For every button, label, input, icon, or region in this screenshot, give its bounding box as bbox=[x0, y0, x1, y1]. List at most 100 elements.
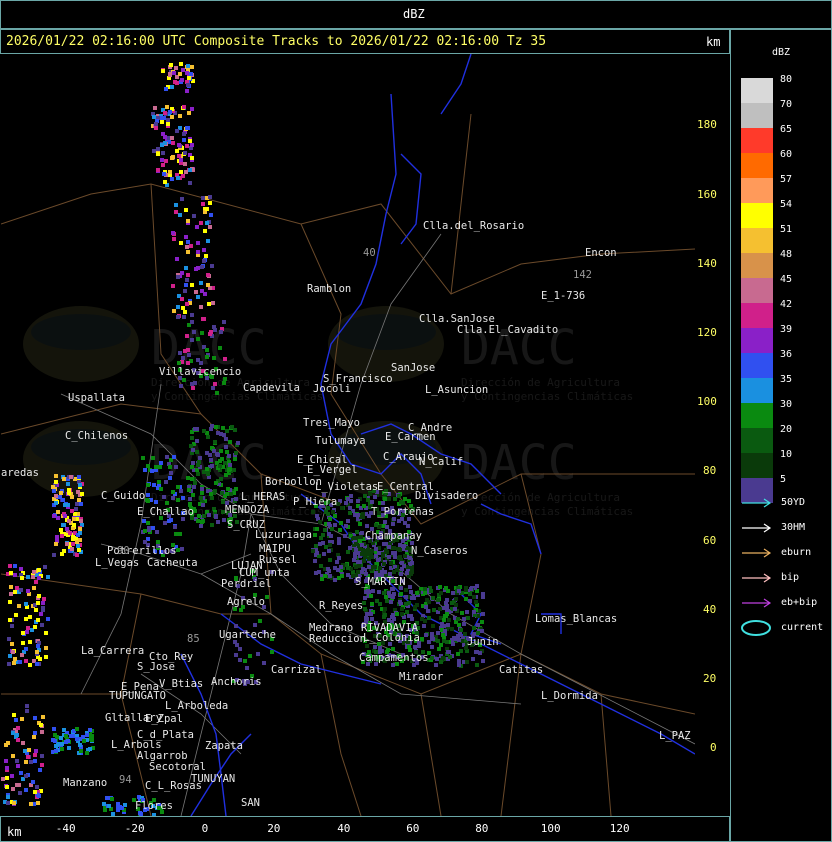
radar-cell bbox=[63, 514, 67, 518]
radar-cell bbox=[172, 309, 176, 313]
radar-cell bbox=[52, 489, 56, 493]
radar-cell bbox=[265, 595, 269, 599]
radar-map[interactable]: DACC Dirección de Agricultura y Continge… bbox=[0, 53, 696, 817]
radar-cell bbox=[435, 657, 439, 661]
radar-cell bbox=[11, 731, 15, 735]
radar-cell bbox=[54, 749, 58, 753]
radar-cell bbox=[77, 498, 81, 502]
radar-cell bbox=[34, 608, 38, 612]
radar-cell bbox=[373, 495, 377, 499]
radar-cell bbox=[146, 493, 150, 497]
radar-cell bbox=[434, 663, 438, 667]
radar-cell bbox=[181, 306, 185, 310]
scale-label: 5 bbox=[780, 474, 787, 485]
radar-cell bbox=[192, 330, 196, 334]
radar-cell bbox=[215, 391, 219, 395]
radar-cell bbox=[363, 607, 367, 611]
scale-label: 10 bbox=[780, 449, 793, 460]
radar-cell bbox=[405, 571, 409, 575]
radar-cell bbox=[35, 662, 39, 666]
radar-cell bbox=[163, 180, 167, 184]
radar-cell bbox=[447, 618, 451, 622]
radar-cell bbox=[193, 427, 197, 431]
radar-cell bbox=[219, 449, 223, 453]
scale-swatch bbox=[741, 353, 773, 378]
scale-label: 35 bbox=[780, 374, 793, 385]
radar-cell bbox=[5, 776, 9, 780]
radar-cell bbox=[339, 565, 343, 569]
radar-cell bbox=[391, 551, 395, 555]
place-label: E_Zpal bbox=[145, 713, 183, 725]
radar-cell bbox=[185, 89, 189, 93]
radar-cell bbox=[25, 704, 29, 708]
radar-cell bbox=[152, 483, 156, 487]
radar-cell bbox=[167, 519, 171, 523]
radar-cell bbox=[248, 654, 252, 658]
radar-cell bbox=[29, 760, 33, 764]
radar-cell bbox=[392, 592, 396, 596]
radar-cell bbox=[213, 440, 217, 444]
place-label: Secotoral bbox=[149, 761, 206, 773]
radar-cell bbox=[67, 746, 71, 750]
radar-cell bbox=[141, 456, 145, 460]
radar-cell bbox=[227, 468, 231, 472]
radar-cell bbox=[454, 603, 458, 607]
radar-cell bbox=[370, 617, 374, 621]
radar-cell bbox=[174, 66, 178, 70]
radar-cell bbox=[365, 612, 369, 616]
radar-cell bbox=[194, 267, 198, 271]
radar-cell bbox=[75, 553, 79, 557]
radar-cell bbox=[430, 632, 434, 636]
radar-cell bbox=[243, 659, 247, 663]
radar-cell bbox=[205, 355, 209, 359]
radar-cell bbox=[163, 135, 167, 139]
radar-cell bbox=[164, 87, 168, 91]
radar-cell bbox=[324, 510, 328, 514]
radar-cell bbox=[222, 320, 226, 324]
radar-cell bbox=[170, 177, 174, 181]
radar-cell bbox=[66, 482, 70, 486]
radar-cell bbox=[377, 590, 381, 594]
radar-cell bbox=[374, 547, 378, 551]
radar-cell bbox=[427, 616, 431, 620]
radar-cell bbox=[348, 511, 352, 515]
radar-cell bbox=[33, 759, 37, 763]
radar-cell bbox=[360, 552, 364, 556]
radar-cell bbox=[337, 541, 341, 545]
radar-cell bbox=[320, 577, 324, 581]
place-label: Anchoris bbox=[211, 676, 262, 688]
radar-cell bbox=[199, 496, 203, 500]
radar-cell bbox=[202, 514, 206, 518]
radar-cell bbox=[398, 543, 402, 547]
radar-cell bbox=[464, 588, 468, 592]
radar-cell bbox=[389, 561, 393, 565]
radar-cell bbox=[445, 640, 449, 644]
radar-cell bbox=[75, 727, 79, 731]
radar-cell bbox=[406, 524, 410, 528]
radar-cell bbox=[216, 431, 220, 435]
radar-cell bbox=[29, 802, 33, 806]
place-label: L_Arboleda bbox=[165, 700, 228, 712]
radar-cell bbox=[62, 549, 66, 553]
radar-cell bbox=[181, 174, 185, 178]
radar-cell bbox=[200, 289, 204, 293]
radar-cell bbox=[173, 525, 177, 529]
radar-cell bbox=[24, 602, 28, 606]
radar-cell bbox=[204, 254, 208, 258]
radar-cell bbox=[37, 576, 41, 580]
radar-cell bbox=[330, 527, 334, 531]
radar-cell bbox=[182, 378, 186, 382]
radar-cell bbox=[79, 502, 83, 506]
radar-cell bbox=[70, 509, 74, 513]
radar-cell bbox=[208, 225, 212, 229]
radar-cell bbox=[337, 556, 341, 560]
radar-cell bbox=[59, 736, 63, 740]
radar-cell bbox=[78, 531, 82, 535]
place-label: S_MARTIN bbox=[355, 576, 406, 588]
radar-cell bbox=[382, 591, 386, 595]
radar-cell bbox=[448, 655, 452, 659]
radar-cell bbox=[228, 463, 232, 467]
radar-cell bbox=[233, 428, 237, 432]
radar-cell bbox=[481, 659, 485, 663]
radar-cell bbox=[323, 528, 327, 532]
